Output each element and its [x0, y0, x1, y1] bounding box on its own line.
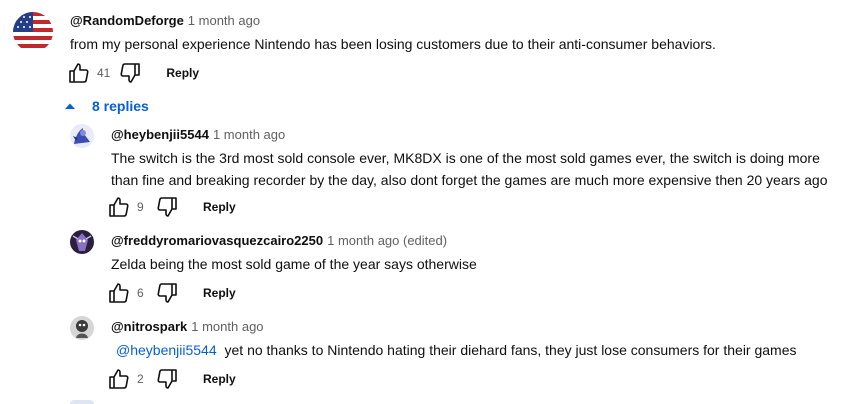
replies-count-label[interactable]: 8 replies	[92, 98, 149, 114]
comment-time[interactable]: 1 month ago	[188, 13, 260, 28]
reply-time[interactable]: 1 month ago (edited)	[327, 233, 447, 248]
author-name[interactable]: @RandomDeforge	[70, 13, 184, 28]
reply-actions: 2 Reply	[107, 367, 236, 391]
mention-link[interactable]: @heybenjii5544	[116, 342, 217, 358]
reply-button[interactable]: Reply	[203, 200, 236, 214]
reply-author[interactable]: @nitrospark 1 month ago	[111, 319, 264, 334]
author-name[interactable]: @heybenjii5544	[111, 127, 209, 142]
thumbs-down-icon[interactable]	[118, 61, 142, 85]
thumbs-up-icon[interactable]	[67, 61, 91, 85]
caret-up-icon	[65, 103, 75, 109]
reply-text-content: yet no thanks to Nintendo hating their d…	[224, 342, 797, 358]
reply-actions: 6 Reply	[107, 281, 236, 305]
author-name[interactable]: @nitrospark	[111, 319, 187, 334]
reply-text: Zelda being the most sold game of the ye…	[111, 256, 477, 272]
us-flag-icon	[13, 12, 53, 52]
like-count: 6	[137, 286, 144, 300]
reply-text: The switch is the 3rd most sold console …	[111, 150, 828, 188]
reply-time[interactable]: 1 month ago	[213, 127, 285, 142]
thumbs-up-icon[interactable]	[107, 195, 131, 219]
author-name[interactable]: @freddyromariovasquezcairo2250	[111, 233, 323, 248]
thumbs-up-icon[interactable]	[107, 367, 131, 391]
avatar-randomdeforge[interactable]	[13, 12, 53, 52]
avatar-freddyromariovasquezcairo2250[interactable]	[70, 230, 94, 254]
thumbs-up-icon[interactable]	[107, 281, 131, 305]
like-count: 9	[137, 200, 144, 214]
thumbs-down-icon[interactable]	[155, 281, 179, 305]
reply-author[interactable]: @heybenjii5544 1 month ago	[111, 127, 285, 142]
character-avatar-icon	[73, 128, 90, 144]
thumbs-down-icon[interactable]	[155, 367, 179, 391]
avatar-nitrospark[interactable]	[70, 316, 94, 340]
reply-button[interactable]: Reply	[166, 66, 199, 80]
next-reply-avatar-partial	[70, 400, 94, 404]
avatar-heybenjii5544[interactable]	[70, 124, 94, 148]
thumbs-down-icon[interactable]	[155, 195, 179, 219]
like-count: 41	[97, 66, 111, 80]
comment-author[interactable]: @RandomDeforge 1 month ago	[70, 13, 260, 28]
reply-time[interactable]: 1 month ago	[191, 319, 263, 334]
like-count: 2	[137, 372, 144, 386]
comment-text: from my personal experience Nintendo has…	[70, 36, 716, 52]
replies-toggle[interactable]: 8 replies	[62, 98, 149, 114]
character-avatar-icon	[76, 320, 88, 338]
character-avatar-icon	[72, 233, 92, 251]
reply-button[interactable]: Reply	[203, 286, 236, 300]
reply-actions: 9 Reply	[107, 195, 236, 219]
comment-actions: 41 Reply	[67, 61, 199, 85]
reply-button[interactable]: Reply	[203, 372, 236, 386]
reply-author[interactable]: @freddyromariovasquezcairo2250 1 month ag…	[111, 233, 447, 248]
reply-text: @heybenjii5544 yet no thanks to Nintendo…	[116, 339, 846, 361]
